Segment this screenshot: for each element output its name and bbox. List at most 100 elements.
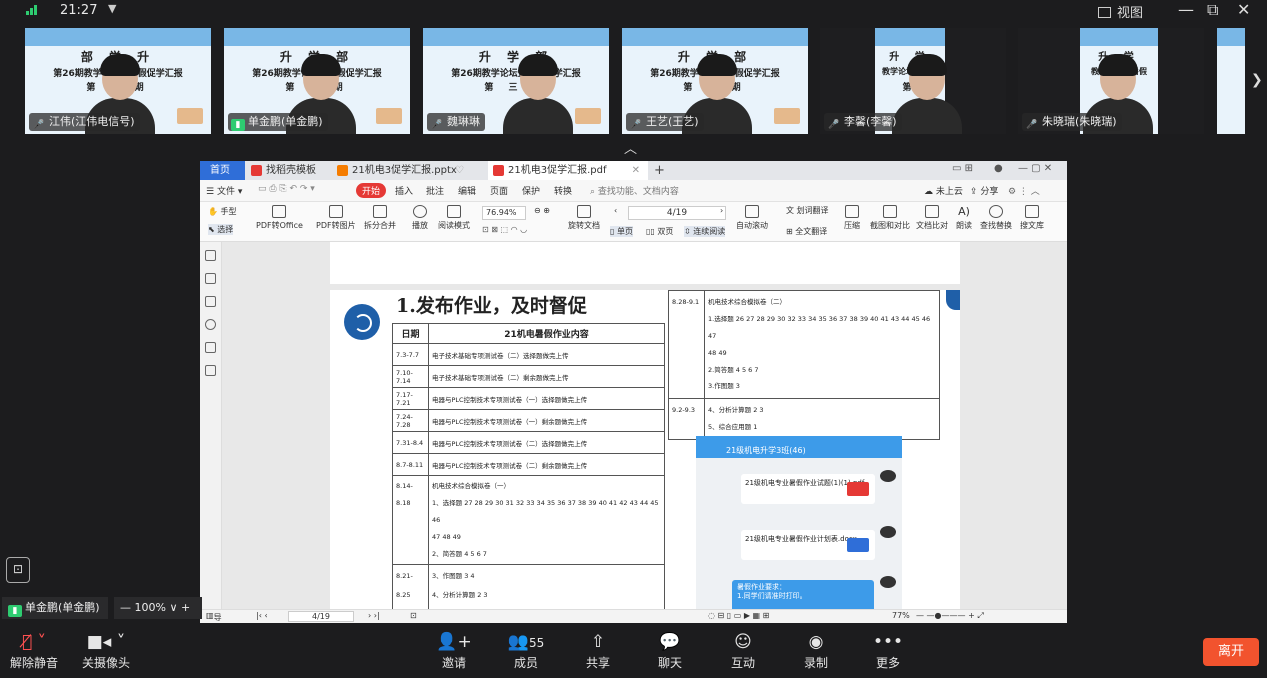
status-page-input[interactable]: 4/19 xyxy=(288,611,354,622)
participant-tile[interactable]: 升 学 教学论坛暨暑假 第 🎤李馨(李馨) xyxy=(820,28,1006,134)
view-mode-icons[interactable]: ◌ ⊟ ▯ ▭ ▶ ▦ ⊞ xyxy=(708,611,769,620)
translate-button[interactable]: 文 划词翻译 xyxy=(786,205,829,216)
meeting-clock: 21:27 xyxy=(60,3,98,18)
layout-icon[interactable]: ▭ ⊞ xyxy=(952,163,973,174)
autoscroll-button[interactable]: 自动滚动 xyxy=(736,205,768,231)
attachment-icon[interactable] xyxy=(205,319,216,330)
tool-label: 截图和对比 xyxy=(870,221,910,230)
rotate-button[interactable]: 旋转文档 xyxy=(568,205,600,231)
unmute-button[interactable]: 🎙̸ ˅ 解除静音 xyxy=(2,630,66,671)
page-input[interactable]: 4/19 xyxy=(628,206,726,220)
double-page-button[interactable]: ▯▯ 双页 xyxy=(646,226,673,237)
menu-annotate[interactable]: 批注 xyxy=(426,184,444,197)
menu-protect[interactable]: 保护 xyxy=(522,184,540,197)
participant-tile[interactable]: 升 学 部 第26期教学论坛暨暑假促学汇报 第 三 期 ▮单金鹏(单金鹏) xyxy=(224,28,410,134)
nav-label: 导航 xyxy=(213,613,222,622)
share-button[interactable]: ⇧ 共享 xyxy=(566,630,630,671)
thumbnail-icon[interactable] xyxy=(205,273,216,284)
camera-button[interactable]: ■◂ ˅ 关摄像头 xyxy=(74,630,138,671)
find-replace-button[interactable]: 查找替换 xyxy=(980,205,1012,231)
share-doc-button[interactable]: ⇪ 分享 xyxy=(970,184,998,197)
zoom-select[interactable]: 76.94% xyxy=(482,206,526,220)
read-aloud-button[interactable]: A) 朗读 xyxy=(956,205,972,231)
pptx-icon xyxy=(337,165,348,176)
fit-icon[interactable]: ⊡ xyxy=(410,611,417,620)
participant-tile[interactable]: 升 学 教学论坛暨暑假 第 🎤朱晓瑞(朱晓瑞) xyxy=(1018,28,1204,134)
tab-pptx[interactable]: 21机电3促学汇报.pptx ♡ xyxy=(332,161,472,180)
next-last-page-icons[interactable]: › ›| xyxy=(368,611,380,620)
tab-home[interactable]: 首页 xyxy=(200,161,245,180)
nav-toggle[interactable]: ▥ 导航 xyxy=(206,611,222,622)
menu-insert[interactable]: 插入 xyxy=(395,184,413,197)
control-label: 解除静音 xyxy=(9,656,58,670)
more-button[interactable]: ••• 更多 xyxy=(856,630,920,671)
menu-page[interactable]: 页面 xyxy=(490,184,508,197)
invite-button[interactable]: 👤+ 邀请 xyxy=(422,630,486,671)
control-label: 互动 xyxy=(730,656,755,670)
select-tool[interactable]: ⬉ 选择 xyxy=(208,224,234,235)
file-message: 21级机电专业暑假作业计划表.docx xyxy=(741,530,875,560)
split-merge-button[interactable]: 拆分合并 xyxy=(364,205,396,231)
zoom-out-icon[interactable]: ⊖ ⊕ xyxy=(534,206,550,215)
library-button[interactable]: 搜文库 xyxy=(1020,205,1044,231)
participant-tile[interactable]: 升 学 部 第26期教学论坛暨暑假促学汇报 第 三 期 🎤 魏琳琳 xyxy=(423,28,609,134)
tab-close-icon[interactable]: ✕ xyxy=(632,161,640,180)
avatar[interactable]: ● xyxy=(994,163,1003,174)
prev-page-icon[interactable]: ‹ xyxy=(614,206,617,215)
single-page-button[interactable]: ▯ 单页 xyxy=(610,226,633,237)
close-button[interactable]: ✕ xyxy=(1237,0,1250,19)
search-function[interactable]: ⌕ 查找功能、文档内容 xyxy=(590,184,679,197)
caption-icon[interactable]: ⊡ xyxy=(6,557,30,583)
members-button[interactable]: 👥55 成员 xyxy=(494,630,558,671)
pdf-to-image-button[interactable]: PDF转图片 xyxy=(316,205,356,231)
full-translate-button[interactable]: ⊞ 全文翻译 xyxy=(786,226,827,237)
menu-edit[interactable]: 编辑 xyxy=(458,184,476,197)
table-row: 8.7-8.11 电器与PLC控制技术专项测试卷（二）剩余题做完上传 xyxy=(392,453,665,476)
restore-button[interactable]: ⧉ xyxy=(1207,0,1218,20)
new-tab-button[interactable]: + xyxy=(654,161,665,180)
view-tool-icons[interactable]: ⊡ ⊠ ⬚ ◠ ◡ xyxy=(482,225,527,234)
pdf-to-office-button[interactable]: PDF转Office xyxy=(256,205,303,231)
minimize-button[interactable]: — xyxy=(1178,0,1194,19)
quick-access-icons[interactable]: ▭ ⎙ ⎘ ↶ ↷ ▾ xyxy=(258,184,315,194)
interact-button[interactable]: ☺ 互动 xyxy=(711,630,775,671)
participant-tile[interactable]: 部 学 升 第26期教学论坛暨暑假促学汇报 第 一 期 🎤江伟(江伟电信号) xyxy=(25,28,211,134)
more-options-icon[interactable]: ⚙ ⋮ ︿ xyxy=(1008,184,1040,197)
participant-tile[interactable]: 升 学 部 第26期教学论坛暨暑假促学汇报 第 三 期 🎤王艺(王艺) xyxy=(622,28,808,134)
bookmark-icon[interactable] xyxy=(205,250,216,261)
signature-icon[interactable] xyxy=(205,342,216,353)
menu-convert[interactable]: 转换 xyxy=(554,184,572,197)
presenter-name-tag[interactable]: ▮ 单金鹏(单金鹏) xyxy=(2,597,108,619)
screenshot-compare-button[interactable]: 截图和对比 xyxy=(870,205,910,231)
tab-pdf[interactable]: 21机电3促学汇报.pdf ✕ xyxy=(488,161,648,180)
tab-template[interactable]: 找稻壳模板 xyxy=(246,161,332,180)
chat-button[interactable]: 💬 聊天 xyxy=(638,630,702,671)
menu-file[interactable]: ☰ 文件 ▾ xyxy=(206,184,242,197)
share-zoom-control[interactable]: — 100% ∨ + xyxy=(114,597,202,619)
chevron-right-icon[interactable]: ❯ xyxy=(1251,72,1263,88)
continuous-button[interactable]: ⇳ 连续阅读 xyxy=(684,226,726,237)
first-prev-page-icons[interactable]: |‹ ‹ xyxy=(256,611,268,620)
record-button[interactable]: ◉ 录制 xyxy=(784,630,848,671)
window-buttons[interactable]: — ▢ ✕ xyxy=(1018,163,1052,174)
layers-icon[interactable] xyxy=(205,365,216,376)
hand-tool[interactable]: ✋ 手型 xyxy=(208,206,237,217)
compress-button[interactable]: 压缩 xyxy=(844,205,860,231)
clock-dropdown-icon[interactable]: ▼ xyxy=(108,2,116,15)
next-page-icon[interactable]: › xyxy=(720,206,723,215)
leave-button[interactable]: 离开 xyxy=(1203,638,1259,666)
view-button[interactable]: 视图 xyxy=(1098,2,1143,21)
zoom-slider[interactable]: — —●——— + ⤢ xyxy=(916,611,984,621)
table-row: 8.21-8.25 3、作图题 3 4 4、分析计算题 2 3 xyxy=(392,564,665,609)
read-mode-button[interactable]: 阅读模式 xyxy=(438,205,470,231)
doc-compare-button[interactable]: 文档比对 xyxy=(916,205,948,231)
participant-tile-partial[interactable] xyxy=(1217,28,1245,134)
tab-close-icon[interactable]: ♡ xyxy=(455,161,464,180)
menu-start[interactable]: 开始 xyxy=(356,183,387,198)
comment-icon[interactable] xyxy=(205,296,216,307)
document-canvas[interactable]: 1.发布作业，及时督促 日期 21机电暑假作业内容 7.3-7.7 电子技术基础专项… xyxy=(222,242,1067,609)
collapse-strip-icon[interactable]: ︿ xyxy=(624,138,637,157)
share-zoom-value: 100% xyxy=(134,601,166,614)
play-button[interactable]: 播放 xyxy=(412,205,428,231)
cloud-status[interactable]: ☁ 未上云 xyxy=(924,184,963,197)
